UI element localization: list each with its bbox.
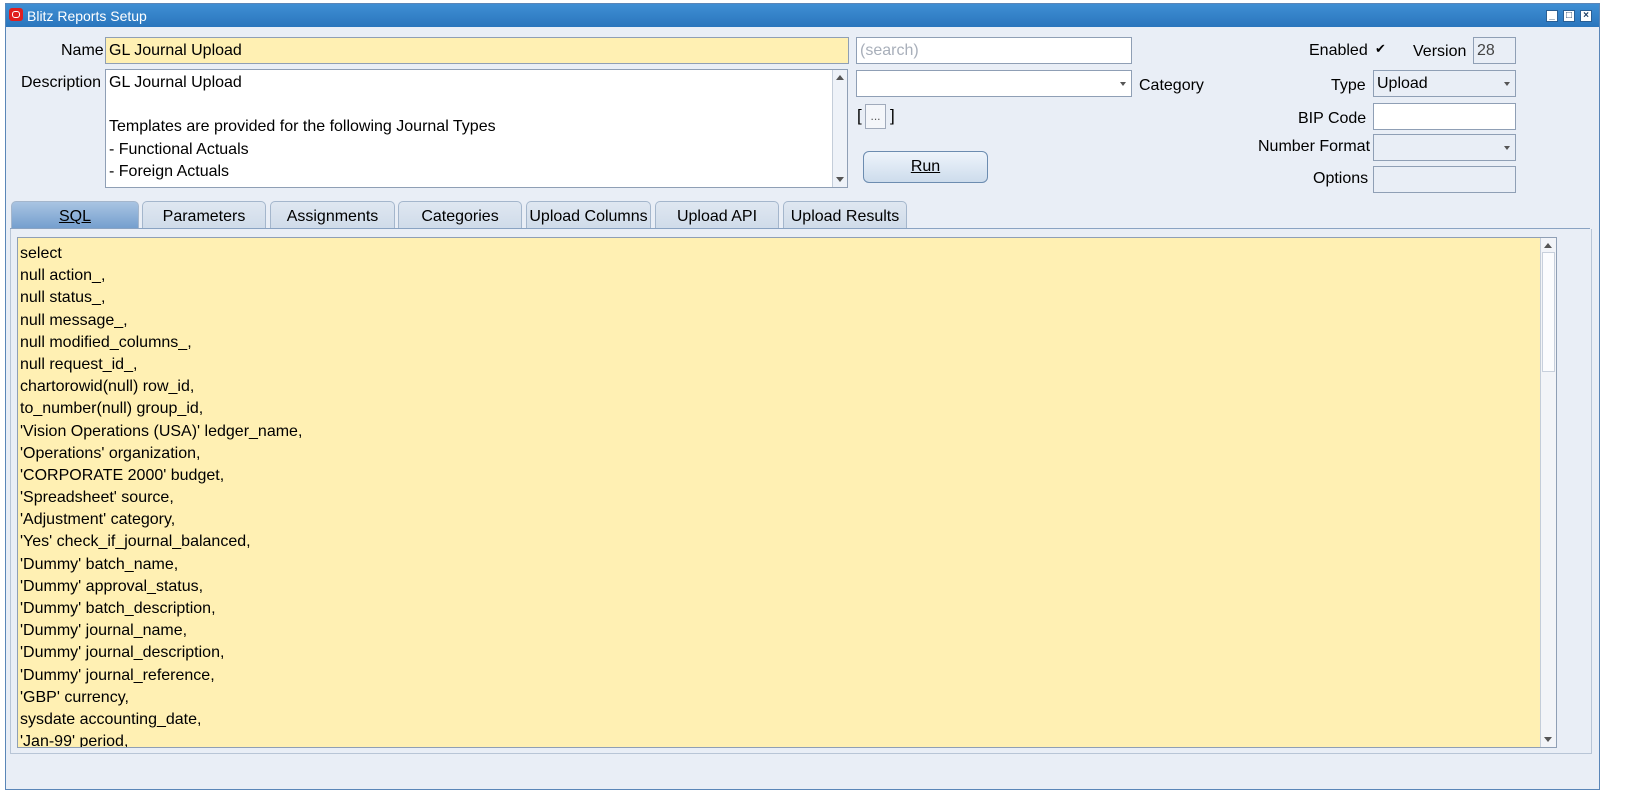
sql-line: to_number(null) group_id, — [20, 400, 204, 418]
bracket-right: ] — [890, 106, 895, 125]
category-dropdown[interactable] — [856, 70, 1132, 97]
sql-line: 'Yes' check_if_journal_balanced, — [20, 533, 251, 551]
bip-code-field[interactable] — [1373, 103, 1516, 130]
enabled-label: Enabled — [1309, 42, 1368, 59]
tab-upload-results[interactable]: Upload Results — [783, 201, 907, 229]
minimize-icon[interactable]: _ — [1546, 10, 1558, 22]
sql-line: chartorowid(null) row_id, — [20, 378, 195, 396]
sql-line: 'GBP' currency, — [20, 688, 129, 706]
chevron-down-icon — [1504, 81, 1510, 86]
sql-line: null status_, — [20, 289, 106, 307]
bip-code-label: BIP Code — [1298, 110, 1367, 127]
version-value: 28 — [1477, 42, 1495, 59]
chevron-down-icon — [1504, 145, 1510, 150]
maximize-icon[interactable]: □ — [1563, 10, 1575, 22]
tab-upload-columns[interactable]: Upload Columns — [526, 201, 651, 229]
tab-upload-api[interactable]: Upload API — [655, 201, 779, 229]
version-field: 28 — [1473, 37, 1516, 64]
chevron-down-icon — [1120, 81, 1126, 86]
sql-line: 'Adjustment' category, — [20, 511, 176, 529]
run-button[interactable]: Run — [863, 151, 988, 183]
sql-lines: select null action_,null status_,null mes… — [20, 243, 1538, 748]
type-label: Type — [1331, 77, 1366, 94]
tab-parameters[interactable]: Parameters — [142, 201, 266, 229]
sql-line: 'Jan-99' period, — [20, 733, 129, 748]
sql-line: null modified_columns_, — [20, 333, 192, 351]
tab-label: SQL — [58, 208, 91, 225]
sql-line: 'CORPORATE 2000' budget, — [20, 466, 225, 484]
ellipsis-button[interactable]: ... — [865, 104, 886, 129]
description-scrollbar[interactable] — [832, 70, 847, 187]
scroll-down-icon[interactable] — [836, 177, 844, 182]
tab-label: Upload API — [676, 208, 758, 225]
description-text: GL Journal Upload Templates are provided… — [109, 74, 496, 180]
sql-line: 'Vision Operations (USA)' ledger_name, — [20, 422, 303, 440]
close-icon[interactable]: × — [1580, 10, 1592, 22]
options-label: Options — [1313, 170, 1369, 187]
sql-line: null action_, — [20, 267, 106, 285]
sql-scrollbar[interactable] — [1540, 238, 1556, 747]
name-label: Name — [61, 42, 104, 59]
tab-label: Upload Results — [790, 208, 900, 225]
options-field — [1373, 166, 1516, 193]
sql-line: 'Operations' organization, — [20, 444, 201, 462]
sql-line: null request_id_, — [20, 355, 138, 373]
scroll-down-icon[interactable] — [1544, 737, 1552, 742]
tab-label: Assignments — [286, 208, 379, 225]
type-value: Upload — [1377, 75, 1428, 92]
tab-assignments[interactable]: Assignments — [270, 201, 395, 229]
scroll-up-icon[interactable] — [1544, 243, 1552, 248]
search-input[interactable]: (search) — [856, 37, 1132, 64]
enabled-checkbox[interactable]: ✔ — [1374, 42, 1387, 55]
sql-line: 'Dummy' batch_description, — [20, 600, 216, 617]
tab-label: Parameters — [162, 208, 246, 225]
title-bar: Blitz Reports Setup _ □ × — [6, 4, 1599, 27]
search-placeholder: (search) — [860, 42, 919, 59]
sql-line: 'Dummy' approval_status, — [20, 577, 204, 595]
version-label: Version — [1413, 43, 1467, 60]
sql-editor[interactable]: select null action_,null status_,null mes… — [17, 237, 1557, 748]
tab-sql[interactable]: SQL — [11, 201, 139, 231]
number-format-label: Number Format — [1258, 138, 1371, 155]
tab-categories[interactable]: Categories — [398, 201, 522, 229]
sql-line: 'Dummy' journal_name, — [20, 622, 188, 640]
sql-line: select — [20, 245, 62, 262]
name-field[interactable]: GL Journal Upload — [105, 37, 849, 64]
bracket-left: [ — [857, 106, 862, 125]
sql-line: 'Dummy' journal_description, — [20, 644, 225, 662]
tab-label: Upload Columns — [529, 208, 648, 225]
sql-line: sysdate accounting_date, — [20, 710, 202, 728]
window-title: Blitz Reports Setup — [27, 8, 147, 24]
oracle-logo-icon — [9, 8, 23, 21]
type-dropdown[interactable]: Upload — [1373, 70, 1516, 97]
category-label: Category — [1139, 77, 1204, 94]
number-format-dropdown[interactable] — [1373, 134, 1516, 161]
run-label: Run — [910, 158, 941, 175]
description-label: Description — [21, 74, 102, 91]
sql-line: 'Dummy' batch_name, — [20, 555, 179, 573]
scroll-thumb[interactable] — [1542, 252, 1555, 372]
sql-line: 'Dummy' journal_reference, — [20, 666, 215, 684]
description-textarea[interactable]: GL Journal Upload Templates are provided… — [105, 69, 848, 188]
sql-line: null message_, — [20, 311, 128, 329]
name-value: GL Journal Upload — [109, 42, 242, 59]
scroll-up-icon[interactable] — [836, 75, 844, 80]
sql-line: 'Spreadsheet' source, — [20, 489, 174, 507]
tab-label: Categories — [421, 208, 499, 225]
